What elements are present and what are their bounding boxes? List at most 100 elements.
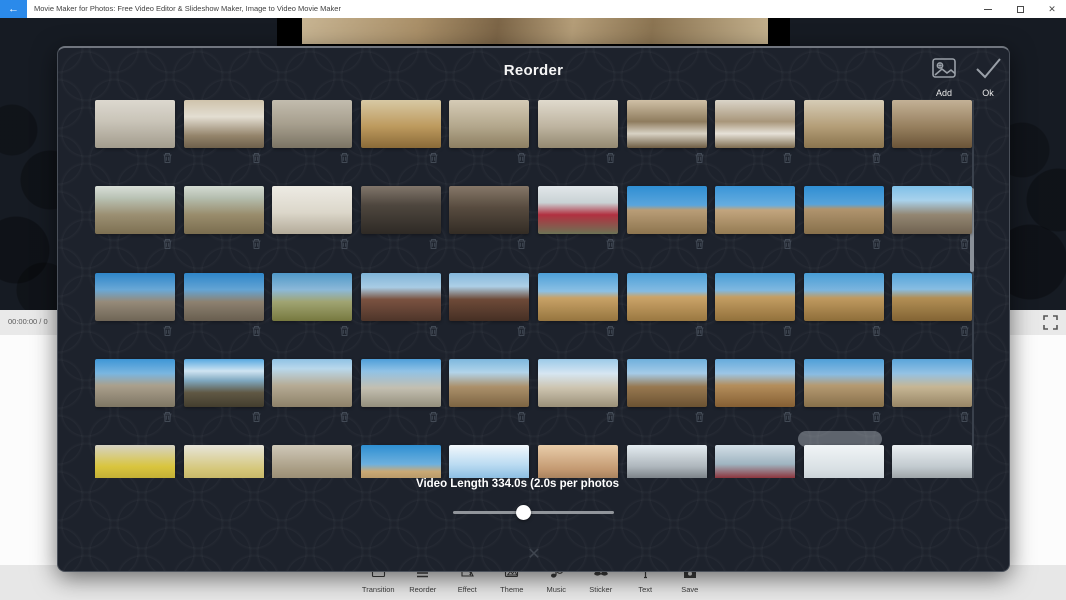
delete-photo-icon[interactable] — [605, 237, 616, 249]
photo-thumbnail[interactable] — [804, 359, 884, 407]
photo-thumbnail[interactable] — [361, 445, 441, 478]
delete-photo-icon[interactable] — [339, 324, 350, 336]
photo-thumbnail[interactable] — [627, 359, 707, 407]
photo-thumbnail[interactable] — [95, 445, 175, 478]
delete-photo-icon[interactable] — [605, 151, 616, 163]
photo-thumbnail[interactable] — [449, 359, 529, 407]
photo-thumbnail[interactable] — [95, 359, 175, 407]
photo-thumbnail[interactable] — [892, 359, 972, 407]
delete-photo-icon[interactable] — [339, 237, 350, 249]
delete-photo-icon[interactable] — [694, 410, 705, 422]
delete-photo-icon[interactable] — [516, 151, 527, 163]
delete-photo-icon[interactable] — [782, 237, 793, 249]
photo-thumbnail[interactable] — [627, 186, 707, 234]
photo-thumbnail[interactable] — [184, 359, 264, 407]
delete-photo-icon[interactable] — [162, 410, 173, 422]
photo-thumbnail[interactable] — [184, 445, 264, 478]
photo-thumbnail[interactable] — [272, 100, 352, 148]
photo-thumbnail[interactable] — [361, 359, 441, 407]
delete-photo-icon[interactable] — [605, 410, 616, 422]
delete-photo-icon[interactable] — [694, 151, 705, 163]
photo-thumbnail[interactable] — [449, 100, 529, 148]
delete-photo-icon[interactable] — [959, 237, 970, 249]
photo-thumbnail[interactable] — [804, 186, 884, 234]
photo-thumbnail[interactable] — [361, 273, 441, 321]
photo-thumbnail[interactable] — [892, 273, 972, 321]
delete-photo-icon[interactable] — [516, 410, 527, 422]
slider-knob[interactable] — [516, 505, 531, 520]
delete-photo-icon[interactable] — [782, 151, 793, 163]
delete-photo-icon[interactable] — [428, 151, 439, 163]
delete-photo-icon[interactable] — [339, 151, 350, 163]
delete-photo-icon[interactable] — [251, 151, 262, 163]
photo-thumbnail[interactable] — [892, 445, 972, 478]
delete-photo-icon[interactable] — [694, 237, 705, 249]
close-button[interactable]: ✕ — [1044, 2, 1060, 16]
delete-photo-icon[interactable] — [871, 410, 882, 422]
delete-photo-icon[interactable] — [516, 324, 527, 336]
photo-thumbnail[interactable] — [538, 100, 618, 148]
photo-thumbnail[interactable] — [184, 273, 264, 321]
delete-photo-icon[interactable] — [428, 237, 439, 249]
photo-thumbnail[interactable] — [627, 273, 707, 321]
photo-thumbnail[interactable] — [95, 100, 175, 148]
dialog-close-button[interactable]: ✕ — [514, 544, 554, 566]
delete-photo-icon[interactable] — [339, 410, 350, 422]
photo-thumbnail[interactable] — [715, 186, 795, 234]
photo-thumbnail[interactable] — [627, 100, 707, 148]
photo-thumbnail[interactable] — [715, 273, 795, 321]
photo-thumbnail[interactable] — [538, 359, 618, 407]
photo-thumbnail[interactable] — [538, 445, 618, 478]
photo-thumbnail[interactable] — [715, 445, 795, 478]
delete-photo-icon[interactable] — [162, 151, 173, 163]
photo-thumbnail[interactable] — [95, 186, 175, 234]
photo-thumbnail[interactable] — [804, 273, 884, 321]
delete-photo-icon[interactable] — [871, 151, 882, 163]
delete-photo-icon[interactable] — [959, 410, 970, 422]
photo-thumbnail[interactable] — [804, 100, 884, 148]
delete-photo-icon[interactable] — [251, 410, 262, 422]
photo-thumbnail[interactable] — [627, 445, 707, 478]
delete-photo-icon[interactable] — [871, 237, 882, 249]
photo-thumbnail[interactable] — [538, 273, 618, 321]
photo-thumbnail[interactable] — [184, 186, 264, 234]
photo-duration-slider[interactable] — [453, 503, 614, 521]
delete-photo-icon[interactable] — [251, 324, 262, 336]
back-button[interactable]: ← — [0, 0, 27, 18]
photo-thumbnail[interactable] — [538, 186, 618, 234]
photo-thumbnail[interactable] — [715, 359, 795, 407]
delete-photo-icon[interactable] — [162, 324, 173, 336]
delete-photo-icon[interactable] — [782, 410, 793, 422]
photo-thumbnail[interactable] — [361, 186, 441, 234]
delete-photo-icon[interactable] — [959, 151, 970, 163]
delete-photo-icon[interactable] — [162, 237, 173, 249]
photo-thumbnail[interactable] — [449, 273, 529, 321]
fullscreen-icon[interactable] — [1043, 315, 1058, 330]
delete-photo-icon[interactable] — [428, 324, 439, 336]
delete-photo-icon[interactable] — [782, 324, 793, 336]
photo-thumbnail[interactable] — [272, 445, 352, 478]
delete-photo-icon[interactable] — [428, 410, 439, 422]
photo-thumbnail[interactable] — [272, 359, 352, 407]
ok-button[interactable]: Ok — [966, 56, 1010, 98]
photo-thumbnail[interactable] — [892, 100, 972, 148]
photo-thumbnail[interactable] — [184, 100, 264, 148]
photo-thumbnail[interactable] — [449, 445, 529, 478]
photo-thumbnail[interactable] — [804, 445, 884, 478]
delete-photo-icon[interactable] — [694, 324, 705, 336]
maximize-button[interactable] — [1012, 2, 1028, 16]
photo-thumbnail[interactable] — [272, 186, 352, 234]
delete-photo-icon[interactable] — [516, 237, 527, 249]
photo-thumbnail[interactable] — [272, 273, 352, 321]
photo-thumbnail[interactable] — [892, 186, 972, 234]
photo-thumbnail[interactable] — [361, 100, 441, 148]
photo-thumbnail[interactable] — [449, 186, 529, 234]
delete-photo-icon[interactable] — [871, 324, 882, 336]
add-photos-button[interactable]: Add — [922, 56, 966, 98]
delete-photo-icon[interactable] — [605, 324, 616, 336]
delete-photo-icon[interactable] — [959, 324, 970, 336]
photo-thumbnail[interactable] — [715, 100, 795, 148]
minimize-button[interactable] — [980, 2, 996, 16]
delete-photo-icon[interactable] — [251, 237, 262, 249]
photo-thumbnail[interactable] — [95, 273, 175, 321]
